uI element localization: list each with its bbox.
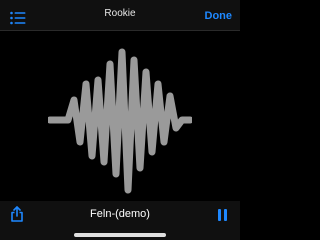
pause-bar-right	[224, 209, 227, 221]
list-icon[interactable]	[10, 11, 26, 25]
recording-title: Rookie	[104, 8, 136, 19]
share-icon[interactable]	[10, 206, 24, 222]
track-name: Feln-(demo)	[90, 208, 150, 220]
pause-icon[interactable]	[218, 209, 228, 221]
waveform-icon	[48, 48, 192, 194]
done-button[interactable]: Done	[205, 10, 233, 22]
pause-bar-left	[218, 209, 221, 221]
home-indicator	[74, 233, 166, 237]
